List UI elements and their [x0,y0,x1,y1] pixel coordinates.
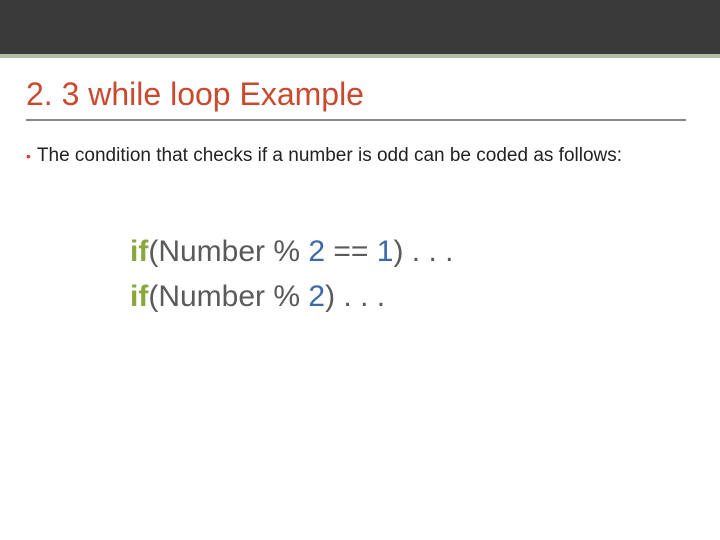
keyword-if: if [130,235,148,268]
keyword-if: if [130,280,148,313]
code-line-1: if(Number % 2 == 1) . . . [130,229,720,274]
expr-text: Number % [158,235,308,268]
slide-title: 2. 3 while loop Example [26,76,686,121]
open-paren: ( [148,235,158,268]
eq-text: == [325,235,377,268]
bullet-item: • The condition that checks if a number … [26,143,720,169]
number-1: 1 [377,235,394,268]
slide-top-bar [0,0,720,58]
bullet-text: The condition that checks if a number is… [37,143,622,169]
code-line-2: if(Number % 2) . . . [130,274,720,319]
dots: . . . [403,235,453,268]
close-paren: ) [325,280,335,313]
close-paren: ) [393,235,403,268]
code-block: if(Number % 2 == 1) . . . if(Number % 2)… [130,229,720,319]
expr-text: Number % [158,280,308,313]
number-2: 2 [308,235,325,268]
bullet-dot-icon: • [26,147,31,166]
number-2: 2 [308,280,325,313]
open-paren: ( [148,280,158,313]
dots: . . . [335,280,385,313]
